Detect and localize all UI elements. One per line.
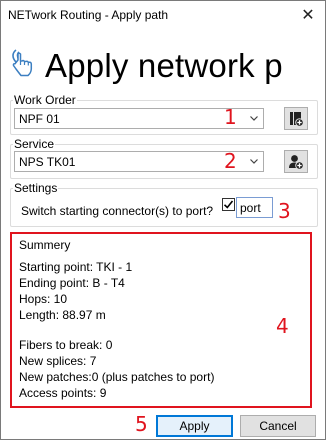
service-label: Service — [13, 137, 56, 151]
chevron-down-icon — [245, 109, 263, 128]
dialog-window: NETwork Routing - Apply path ✕ Apply net… — [0, 0, 326, 440]
annotation-2: 2 — [224, 149, 237, 173]
summary-line: Hops: 10 — [19, 292, 68, 306]
summary-lines: Starting point: TKI - 1 Ending point: B … — [19, 259, 214, 401]
annotation-5: 5 — [135, 412, 148, 436]
cancel-button-label: Cancel — [259, 419, 297, 433]
apply-button[interactable]: Apply — [156, 415, 233, 437]
summary-label: Summery — [19, 238, 71, 252]
user-add-icon — [289, 154, 304, 170]
port-input-value: port — [240, 201, 261, 215]
chevron-down-icon — [245, 152, 263, 171]
summary-line: Length: 88.97 m — [19, 308, 106, 322]
summary-line: New patches:0 (plus patches to port) — [19, 370, 215, 384]
cancel-button[interactable]: Cancel — [240, 415, 316, 437]
title-bar: NETwork Routing - Apply path ✕ — [1, 1, 325, 28]
switch-to-port-checkbox[interactable] — [222, 198, 235, 211]
work-order-label: Work Order — [13, 93, 77, 107]
work-order-value: NPF 01 — [19, 112, 60, 126]
service-value: NPS TK01 — [19, 155, 76, 169]
touch-network-icon — [12, 49, 33, 77]
close-icon: ✕ — [301, 6, 315, 24]
summary-line: Fibers to break: 0 — [19, 338, 113, 352]
settings-label: Settings — [13, 181, 59, 195]
window-title: NETwork Routing - Apply path — [8, 8, 169, 22]
page-title: Apply network p — [45, 47, 283, 84]
checkmark-icon — [223, 200, 234, 209]
close-button[interactable]: ✕ — [291, 1, 325, 28]
annotation-3: 3 — [278, 199, 291, 223]
add-work-order-button[interactable] — [284, 107, 308, 130]
port-input[interactable]: port — [236, 197, 273, 218]
document-add-icon — [290, 111, 304, 127]
summary-panel: Summery Starting point: TKI - 1 Ending p… — [10, 232, 312, 408]
summary-spacer — [19, 323, 214, 337]
add-service-button[interactable] — [284, 150, 308, 173]
switch-connector-label: Switch starting connector(s) to port? — [21, 204, 214, 218]
summary-line: Ending point: B - T4 — [19, 276, 125, 290]
summary-line: Access points: 9 — [19, 386, 107, 400]
annotation-1: 1 — [224, 105, 237, 129]
annotation-4: 4 — [276, 314, 289, 338]
summary-line: New splices: 7 — [19, 354, 97, 368]
summary-line: Starting point: TKI - 1 — [19, 260, 133, 274]
apply-button-label: Apply — [179, 419, 210, 433]
